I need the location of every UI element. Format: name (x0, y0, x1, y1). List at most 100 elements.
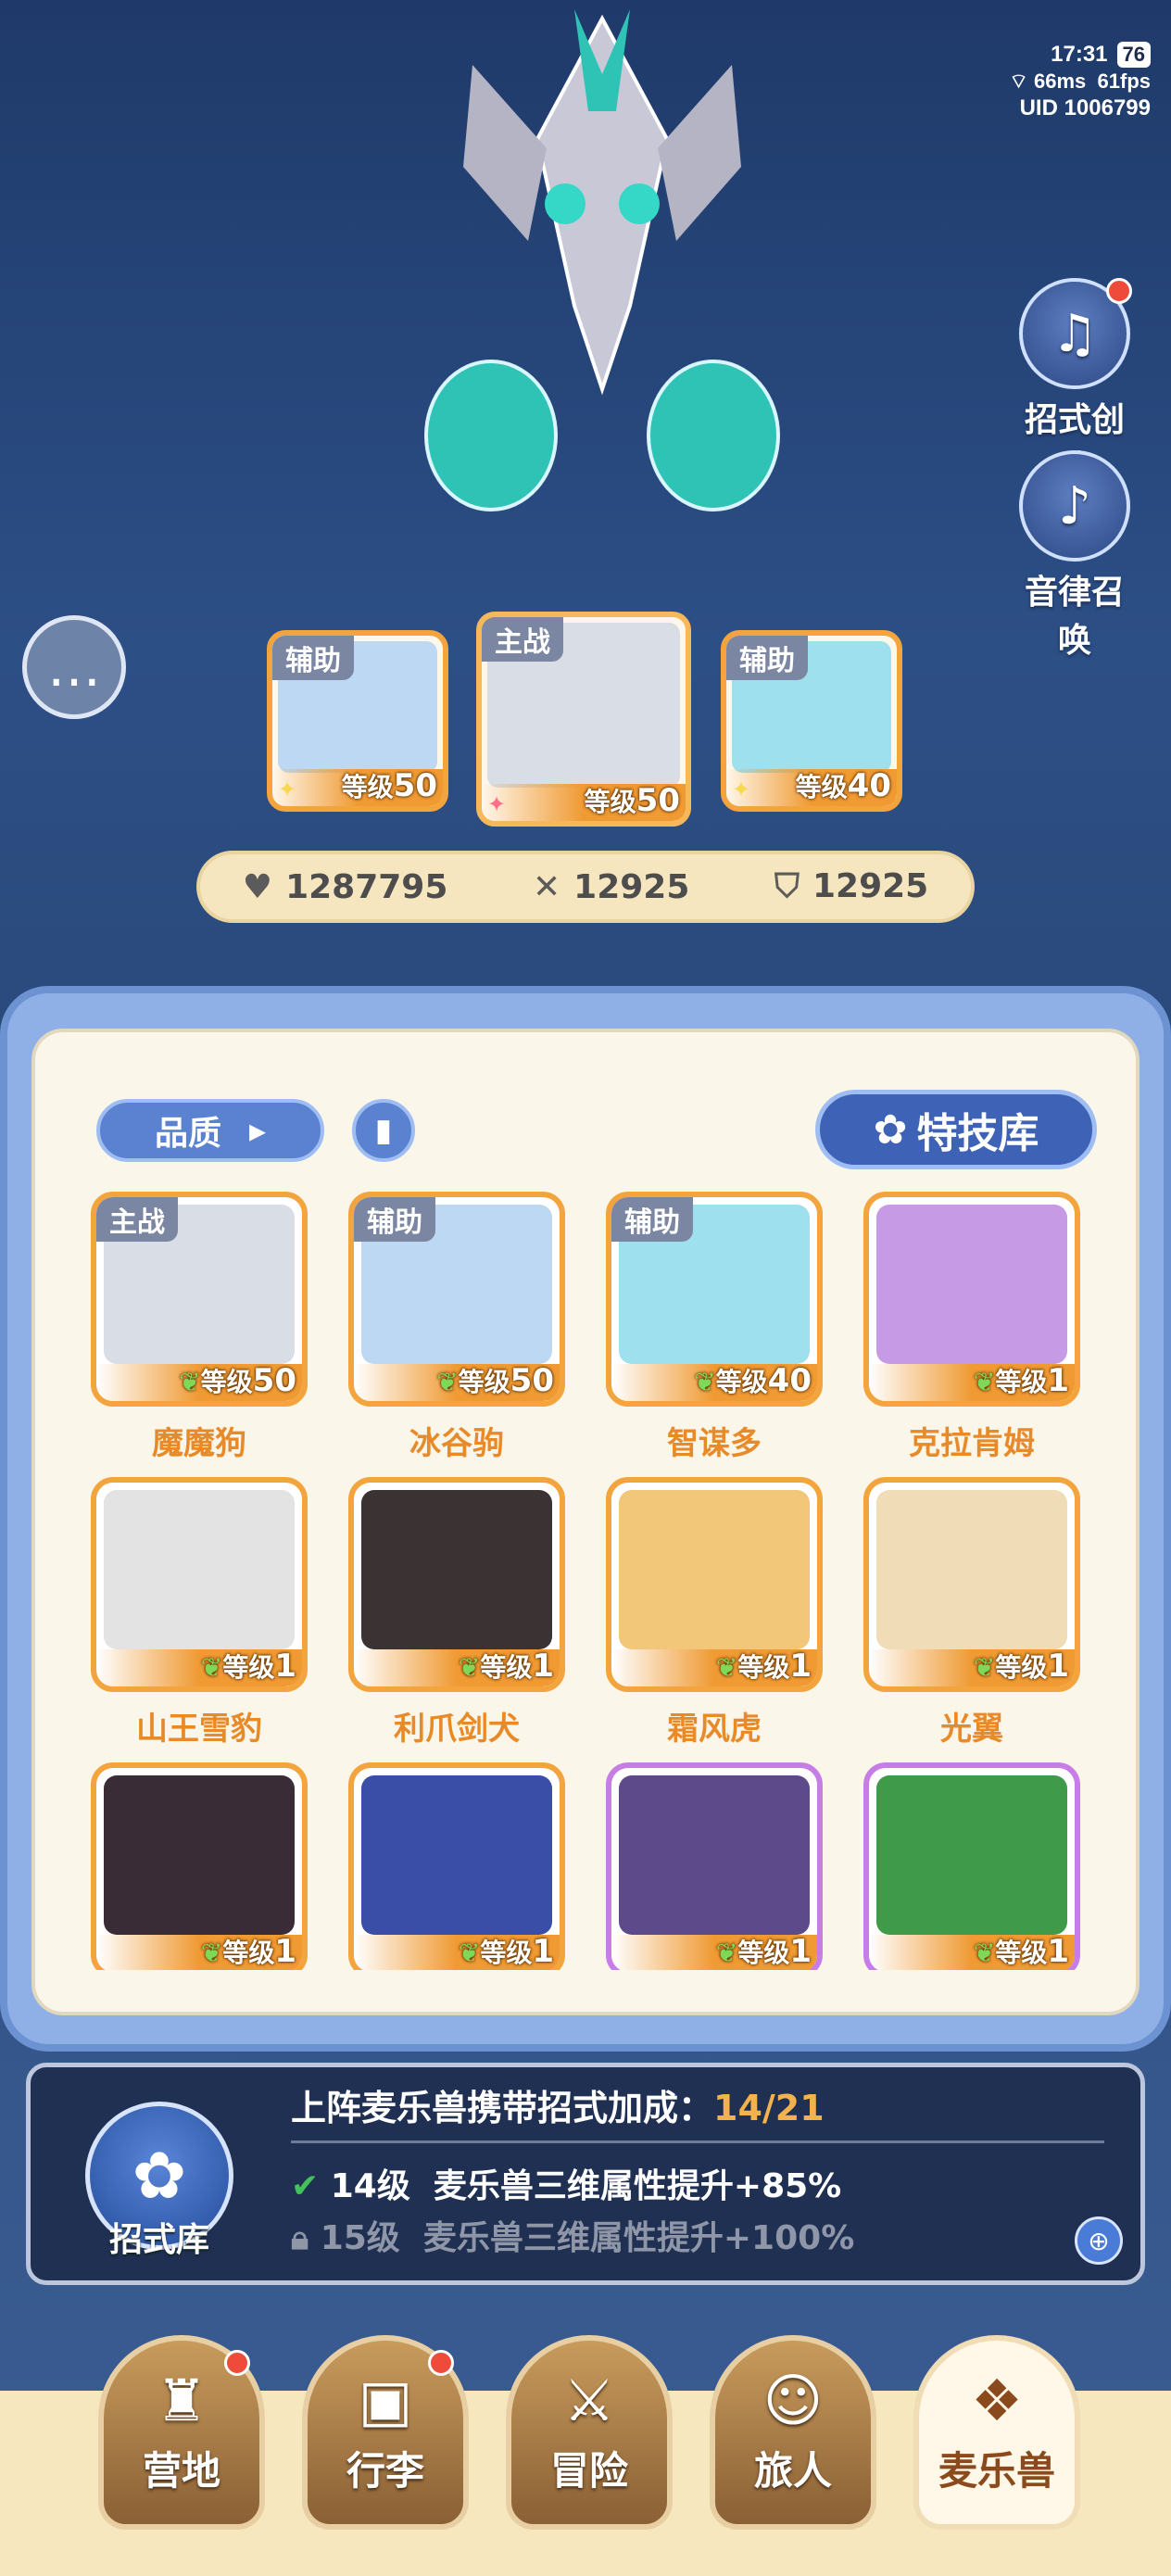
leaf-icon: ❦ (436, 1367, 459, 1397)
pet-card[interactable]: ❦等级1 (91, 1762, 308, 1970)
pet-card[interactable]: ❦等级1 (863, 1762, 1080, 1970)
nav-label: 行李 (346, 2448, 424, 2494)
role-tag: 主战 (482, 617, 563, 662)
defense-value: 12925 (812, 867, 929, 905)
magnifier-icon: ⊕ (1088, 2225, 1110, 2256)
level-badge: ❦等级1 (458, 1933, 554, 1970)
pet-name: 冰谷驹 (409, 1425, 504, 1462)
backpack-icon: ▣ (358, 2367, 413, 2434)
check-icon: ✔ (291, 2167, 320, 2205)
star-icon: ✦ (487, 791, 507, 817)
bonus-count: 14/21 (713, 2088, 825, 2128)
level-badge: ❦等级50 (436, 1362, 554, 1399)
leaf-icon: ❦ (179, 1367, 201, 1397)
pet-card[interactable]: 辅助 ❦等级40 智谋多 (606, 1192, 823, 1462)
team-slot-support-2[interactable]: 辅助 ✦ 等级40 (721, 630, 902, 812)
nav-label: 冒险 (549, 2448, 628, 2494)
bonus-title: 上阵麦乐兽携带招式加成：14/21 (291, 2088, 825, 2128)
pet-name: 光翼 (940, 1711, 1003, 1748)
pet-portrait (361, 1490, 552, 1649)
level-badge: ❦等级40 (694, 1362, 812, 1399)
pet-card[interactable]: ❦等级1 霜风虎 (606, 1477, 823, 1748)
pet-portrait (104, 1775, 295, 1935)
bonus-row-locked: 🔒︎ 15级 麦乐兽三维属性提升+100% (291, 2219, 855, 2257)
pet-portrait (619, 1775, 810, 1935)
pet-card[interactable]: 辅助 ❦等级50 冰谷驹 (348, 1192, 565, 1462)
nav-castle-button[interactable]: ♜ 营地 (98, 2335, 265, 2530)
heart-icon: ♥ (242, 867, 273, 906)
leaf-icon: ❦ (973, 1652, 996, 1683)
level-badge: ❦等级1 (973, 1648, 1069, 1685)
quality-label: 品质 (154, 1115, 221, 1153)
wifi-icon: ⌔ (1009, 69, 1028, 93)
pet-card[interactable]: 主战 ❦等级50 魔魔狗 (91, 1192, 308, 1462)
level-badge: 等级50 (341, 767, 437, 804)
level-badge: ❦等级1 (200, 1933, 296, 1970)
nav-crossed-swords-button[interactable]: ⚔ 冒险 (506, 2335, 673, 2530)
paw-icon: ✿ (873, 1105, 908, 1154)
leaf-icon: ❦ (694, 1367, 716, 1397)
level-badge: ❦等级1 (973, 1362, 1069, 1399)
level-badge: ❦等级1 (973, 1933, 1069, 1970)
traveler-icon: ☺ (762, 2367, 824, 2434)
pet-portrait (876, 1490, 1067, 1649)
nav-traveler-button[interactable]: ☺ 旅人 (710, 2335, 876, 2530)
pet-portrait (876, 1775, 1067, 1935)
lock-icon: 🔒︎ (291, 2219, 309, 2257)
pet-card[interactable]: ❦等级1 利爪剑犬 (348, 1477, 565, 1748)
pet-icon: ❖ (971, 2367, 1023, 2434)
dragon-creature-illustration (424, 9, 780, 511)
hp-value: 1287795 (285, 867, 448, 906)
role-tag: 辅助 (726, 636, 808, 680)
team-slot-support-1[interactable]: 辅助 ✦ 等级50 (267, 630, 448, 812)
book-icon: ▮ (374, 1112, 393, 1149)
rhythm-summon-button[interactable]: ♪ 音律召唤 (1010, 450, 1140, 662)
level-badge: ❦等级50 (179, 1362, 296, 1399)
skill-library-label: 特技库 (916, 1110, 1039, 1157)
ping-text: 66ms (1034, 69, 1087, 93)
chat-button[interactable]: … (22, 615, 126, 719)
pet-card[interactable]: ❦等级1 (606, 1762, 823, 1970)
clock: 17:31 (1051, 42, 1108, 67)
nav-pet-button[interactable]: ❖ 麦乐兽 (913, 2335, 1080, 2530)
leaf-icon: ❦ (973, 1367, 996, 1397)
role-tag: 辅助 (611, 1197, 693, 1242)
notification-dot (428, 2350, 454, 2376)
team-slot-main[interactable]: 主战 ✦ 等级50 (476, 612, 691, 827)
status-bar: 17:31 76 ⌔ 66ms 61fps UID 1006799 (1009, 41, 1151, 122)
crossed-swords-icon: ⚔ (563, 2367, 615, 2434)
leaf-icon: ❦ (200, 1938, 223, 1968)
nav-backpack-button[interactable]: ▣ 行李 (302, 2335, 469, 2530)
handbook-button[interactable]: ▮ (352, 1099, 415, 1162)
pet-card[interactable]: ❦等级1 光翼 (863, 1477, 1080, 1748)
crossed-swords-icon: ✕ (532, 867, 561, 906)
pet-portrait (876, 1205, 1067, 1364)
leaf-icon: ❦ (715, 1652, 738, 1683)
leaf-icon: ❦ (200, 1652, 223, 1683)
quality-filter-button[interactable]: 品质 ▸ (96, 1099, 324, 1162)
pet-portrait (619, 1490, 810, 1649)
skill-library-button[interactable]: ✿ 特技库 (815, 1090, 1097, 1169)
level-badge: ❦等级1 (458, 1648, 554, 1685)
notification-dot (224, 2350, 250, 2376)
pet-card[interactable]: ❦等级1 克拉肯姆 (863, 1192, 1080, 1462)
pet-name: 山王雪豹 (136, 1711, 262, 1748)
role-tag: 辅助 (354, 1197, 435, 1242)
nav-label: 旅人 (753, 2448, 832, 2494)
role-tag: 主战 (96, 1197, 178, 1242)
pet-name: 魔魔狗 (152, 1425, 246, 1462)
role-tag: 辅助 (272, 636, 354, 680)
team-stats-bar: ♥ 1287795 ✕ 12925 ⛉ 12925 (196, 851, 975, 923)
level-badge: ❦等级1 (200, 1648, 296, 1685)
bottom-nav: ♜ 营地 ▣ 行李 ⚔ 冒险 ☺ 旅人 ❖ 麦乐兽 (98, 2335, 1080, 2548)
uid-text: UID 1006799 (1019, 95, 1151, 120)
leaf-icon: ❦ (973, 1938, 996, 1968)
nav-label: 麦乐兽 (938, 2448, 1055, 2494)
zoom-detail-button[interactable]: ⊕ (1075, 2216, 1123, 2265)
bonus-row-unlocked: ✔ 14级 麦乐兽三维属性提升+85% (291, 2167, 842, 2205)
level-badge: ❦等级1 (715, 1648, 812, 1685)
pet-card[interactable]: ❦等级1 (348, 1762, 565, 1970)
pet-card[interactable]: ❦等级1 山王雪豹 (91, 1477, 308, 1748)
star-icon: ✦ (732, 777, 751, 802)
rhythm-summon-label: 音律召唤 (1024, 574, 1125, 660)
